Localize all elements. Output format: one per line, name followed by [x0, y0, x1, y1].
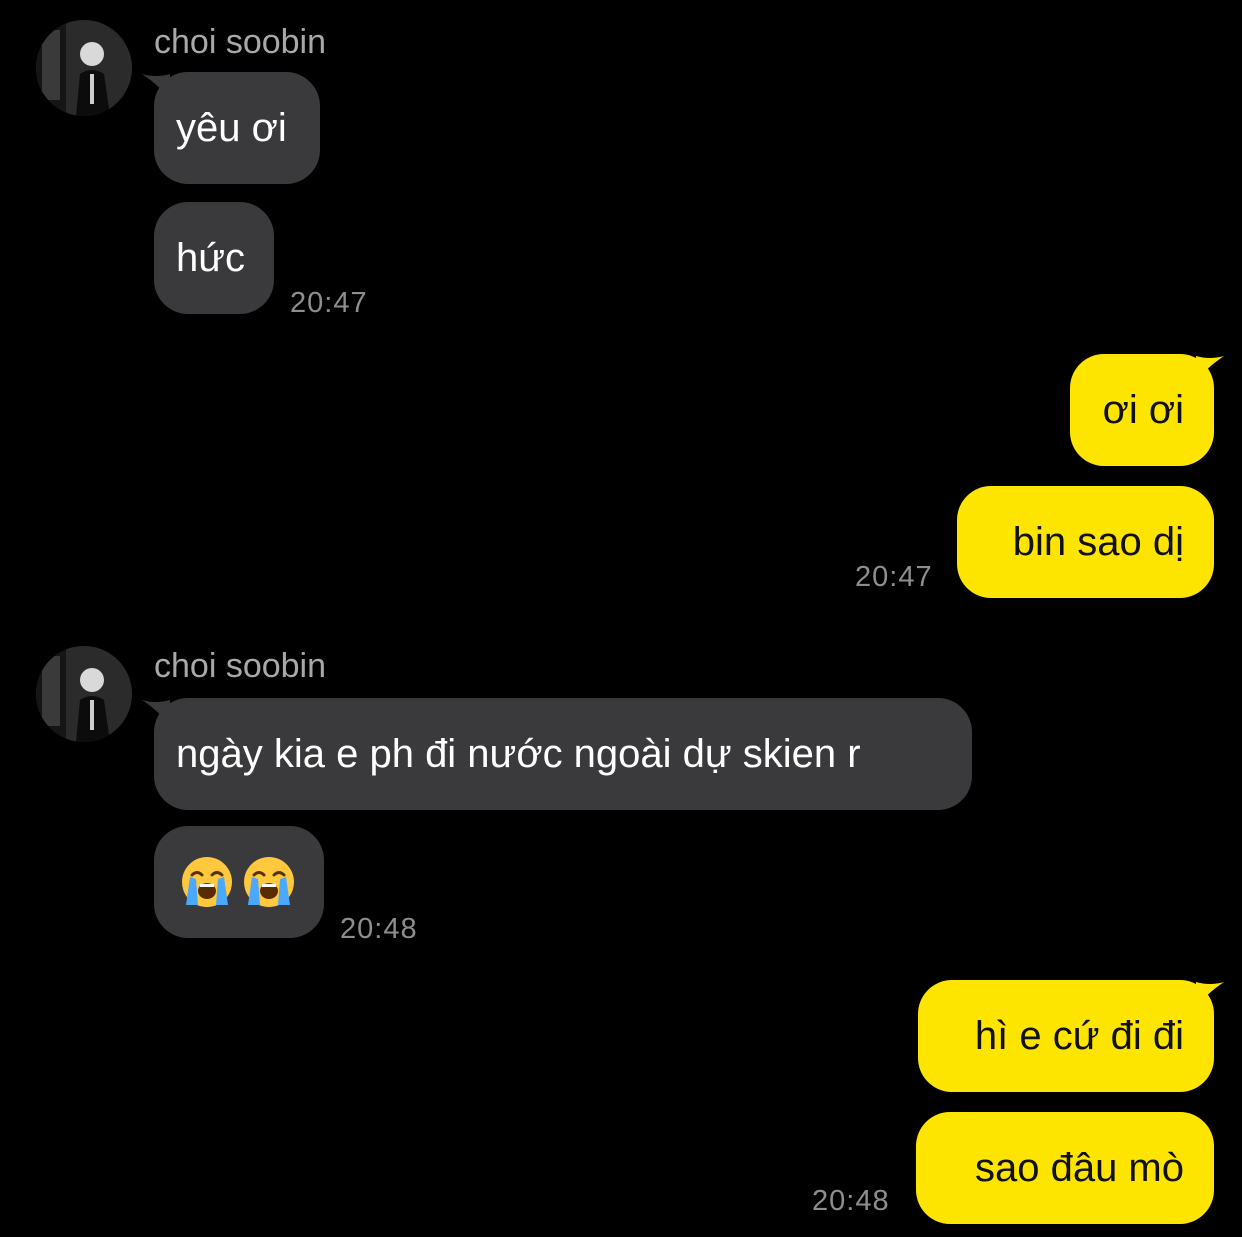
contact-avatar[interactable] [36, 646, 132, 742]
contact-avatar[interactable] [36, 20, 132, 116]
message-text: yêu ơi [176, 106, 287, 150]
loudly-crying-face-icon [182, 857, 232, 907]
message-timestamp: 20:47 [290, 287, 368, 319]
message-text: ngày kia e ph đi nước ngoài dự skien r [176, 732, 861, 776]
loudly-crying-face-icon [244, 857, 294, 907]
outgoing-message-bubble[interactable]: hì e cứ đi đi [918, 980, 1214, 1092]
message-timestamp: 20:48 [340, 913, 418, 945]
sender-name: choi soobin [154, 23, 327, 61]
avatar-photo [36, 646, 132, 742]
message-text: sao đâu mò [974, 1146, 1184, 1190]
outgoing-message-bubble[interactable]: sao đâu mò [916, 1112, 1214, 1224]
message-timestamp: 20:48 [812, 1185, 890, 1217]
incoming-message-bubble[interactable]: ngày kia e ph đi nước ngoài dự skien r [154, 698, 972, 810]
message-timestamp: 20:47 [855, 561, 933, 593]
message-text: hì e cứ đi đi [974, 1014, 1184, 1058]
incoming-message-bubble[interactable]: hức [154, 202, 274, 314]
bubble-tail [1196, 356, 1224, 382]
incoming-message-bubble[interactable]: yêu ơi [154, 72, 320, 184]
bubble-tail [142, 700, 170, 726]
emoji-row [180, 855, 296, 909]
bubble-tail [142, 74, 170, 100]
bubble-tail [1196, 982, 1224, 1008]
avatar-photo [36, 20, 132, 116]
incoming-emoji-bubble[interactable] [154, 826, 324, 938]
message-text: ơi ơi [1102, 388, 1184, 432]
outgoing-message-bubble[interactable]: ơi ơi [1070, 354, 1214, 466]
message-text: hức [176, 236, 246, 280]
sender-name: choi soobin [154, 647, 327, 685]
message-text: bin sao dị [1012, 520, 1184, 564]
outgoing-message-bubble[interactable]: bin sao dị [957, 486, 1214, 598]
